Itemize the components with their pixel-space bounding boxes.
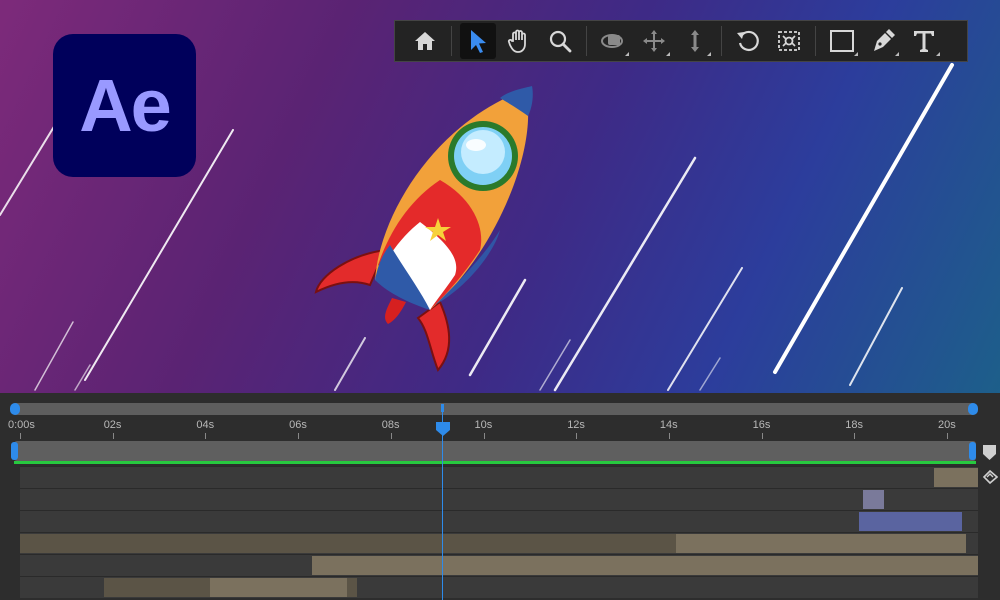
ruler-label: 02s bbox=[103, 419, 122, 431]
tool-rotate[interactable] bbox=[730, 23, 766, 59]
layer-bar-inactive[interactable] bbox=[347, 578, 357, 597]
after-effects-logo: Ae bbox=[53, 34, 196, 177]
layer-bar[interactable] bbox=[863, 490, 884, 509]
work-area-start-handle[interactable] bbox=[11, 442, 18, 460]
time-navigator-end-handle[interactable] bbox=[968, 403, 978, 415]
layer-bar[interactable] bbox=[676, 534, 966, 553]
tool-rectangle[interactable] bbox=[824, 23, 860, 59]
layer-track-2[interactable] bbox=[20, 488, 978, 510]
time-ruler[interactable]: 0:00s 02s 04s 06s 08s 10s 12s 14s 16s 18s 20s bbox=[0, 417, 1000, 439]
ruler-label: 04s bbox=[196, 419, 215, 431]
tool-type[interactable] bbox=[906, 23, 942, 59]
tool-home[interactable] bbox=[407, 23, 443, 59]
ruler-tick bbox=[205, 433, 207, 439]
tools-panel bbox=[394, 20, 968, 62]
ruler-label: 20s bbox=[938, 419, 956, 431]
tool-flyout-indicator bbox=[936, 52, 940, 56]
zoom-icon bbox=[549, 30, 572, 53]
ruler-label: 12s bbox=[567, 419, 585, 431]
hand-icon bbox=[507, 29, 526, 53]
playhead-handle[interactable] bbox=[435, 421, 451, 437]
layer-track-4[interactable] bbox=[20, 532, 978, 554]
tool-flyout-indicator bbox=[625, 52, 629, 56]
ruler-tick bbox=[483, 433, 485, 439]
ruler-tick bbox=[390, 433, 392, 439]
home-icon bbox=[415, 32, 435, 50]
tool-flyout-indicator bbox=[854, 52, 858, 56]
layer-bar[interactable] bbox=[934, 468, 978, 487]
work-area-end-handle[interactable] bbox=[969, 442, 976, 460]
layer-bar[interactable] bbox=[210, 578, 347, 597]
tool-flyout-indicator bbox=[895, 52, 899, 56]
ruler-label: 14s bbox=[659, 419, 678, 431]
rotate-icon bbox=[737, 30, 759, 52]
rectangle-icon bbox=[830, 30, 854, 52]
ruler-tick bbox=[112, 433, 114, 439]
ruler-tick bbox=[20, 433, 21, 439]
tool-hand[interactable] bbox=[501, 23, 537, 59]
tool-flyout-indicator bbox=[666, 52, 670, 56]
work-area-bar[interactable] bbox=[14, 441, 976, 461]
layer-track-1[interactable] bbox=[20, 466, 978, 488]
tool-pen[interactable] bbox=[865, 23, 901, 59]
tool-flyout-indicator bbox=[707, 52, 711, 56]
ruler-label: 16s bbox=[752, 419, 771, 431]
selection-arrow-icon bbox=[471, 30, 486, 53]
tool-orbit-camera[interactable] bbox=[595, 23, 631, 59]
ruler-tick bbox=[761, 433, 763, 439]
timeline-panel[interactable]: 0:00s 02s 04s 06s 08s 10s 12s 14s 16s 18s 20s bbox=[0, 393, 1000, 600]
ruler-tick bbox=[576, 433, 578, 439]
ruler-label: 18s bbox=[845, 419, 864, 431]
ruler-tick bbox=[298, 433, 300, 439]
toolbar-separator bbox=[451, 26, 452, 56]
tool-zoom[interactable] bbox=[542, 23, 578, 59]
tool-pan-camera[interactable] bbox=[636, 23, 672, 59]
layer-bar[interactable] bbox=[312, 556, 978, 575]
time-navigator-bar[interactable] bbox=[14, 403, 974, 415]
ruler-label: 0:00s bbox=[8, 419, 35, 431]
type-icon bbox=[914, 31, 934, 52]
layer-track-5[interactable] bbox=[20, 554, 978, 576]
layer-bar-inactive[interactable] bbox=[20, 534, 676, 553]
anchor-point-icon bbox=[778, 31, 800, 51]
ruler-label: 08s bbox=[381, 419, 400, 431]
time-navigator-start-handle[interactable] bbox=[10, 403, 20, 415]
layer-track-3[interactable] bbox=[20, 510, 978, 532]
rocket-illustration bbox=[314, 86, 533, 372]
layer-bar[interactable] bbox=[859, 512, 962, 531]
ruler-tick bbox=[854, 433, 856, 439]
ruler-tick bbox=[947, 433, 948, 439]
logo-text: Ae bbox=[79, 64, 172, 147]
pan-camera-icon bbox=[643, 30, 665, 52]
toolbar-separator bbox=[815, 26, 816, 56]
tool-anchor-point[interactable] bbox=[771, 23, 807, 59]
layer-track-6[interactable] bbox=[20, 576, 978, 598]
tool-selection[interactable] bbox=[460, 23, 496, 59]
layer-bar-inactive[interactable] bbox=[104, 578, 210, 597]
toolbar-separator bbox=[586, 26, 587, 56]
work-area-rendered-indicator bbox=[14, 461, 976, 464]
ruler-tick bbox=[668, 433, 670, 439]
comp-marker-bin-icon[interactable] bbox=[982, 444, 998, 488]
ruler-label: 10s bbox=[474, 419, 493, 431]
composition-viewer[interactable]: Ae bbox=[0, 0, 1000, 393]
ruler-label: 06s bbox=[289, 419, 307, 431]
pen-icon bbox=[874, 29, 895, 51]
toolbar-separator bbox=[721, 26, 722, 56]
dolly-camera-icon bbox=[691, 30, 699, 52]
orbit-camera-icon bbox=[601, 34, 623, 48]
tool-dolly-camera[interactable] bbox=[677, 23, 713, 59]
